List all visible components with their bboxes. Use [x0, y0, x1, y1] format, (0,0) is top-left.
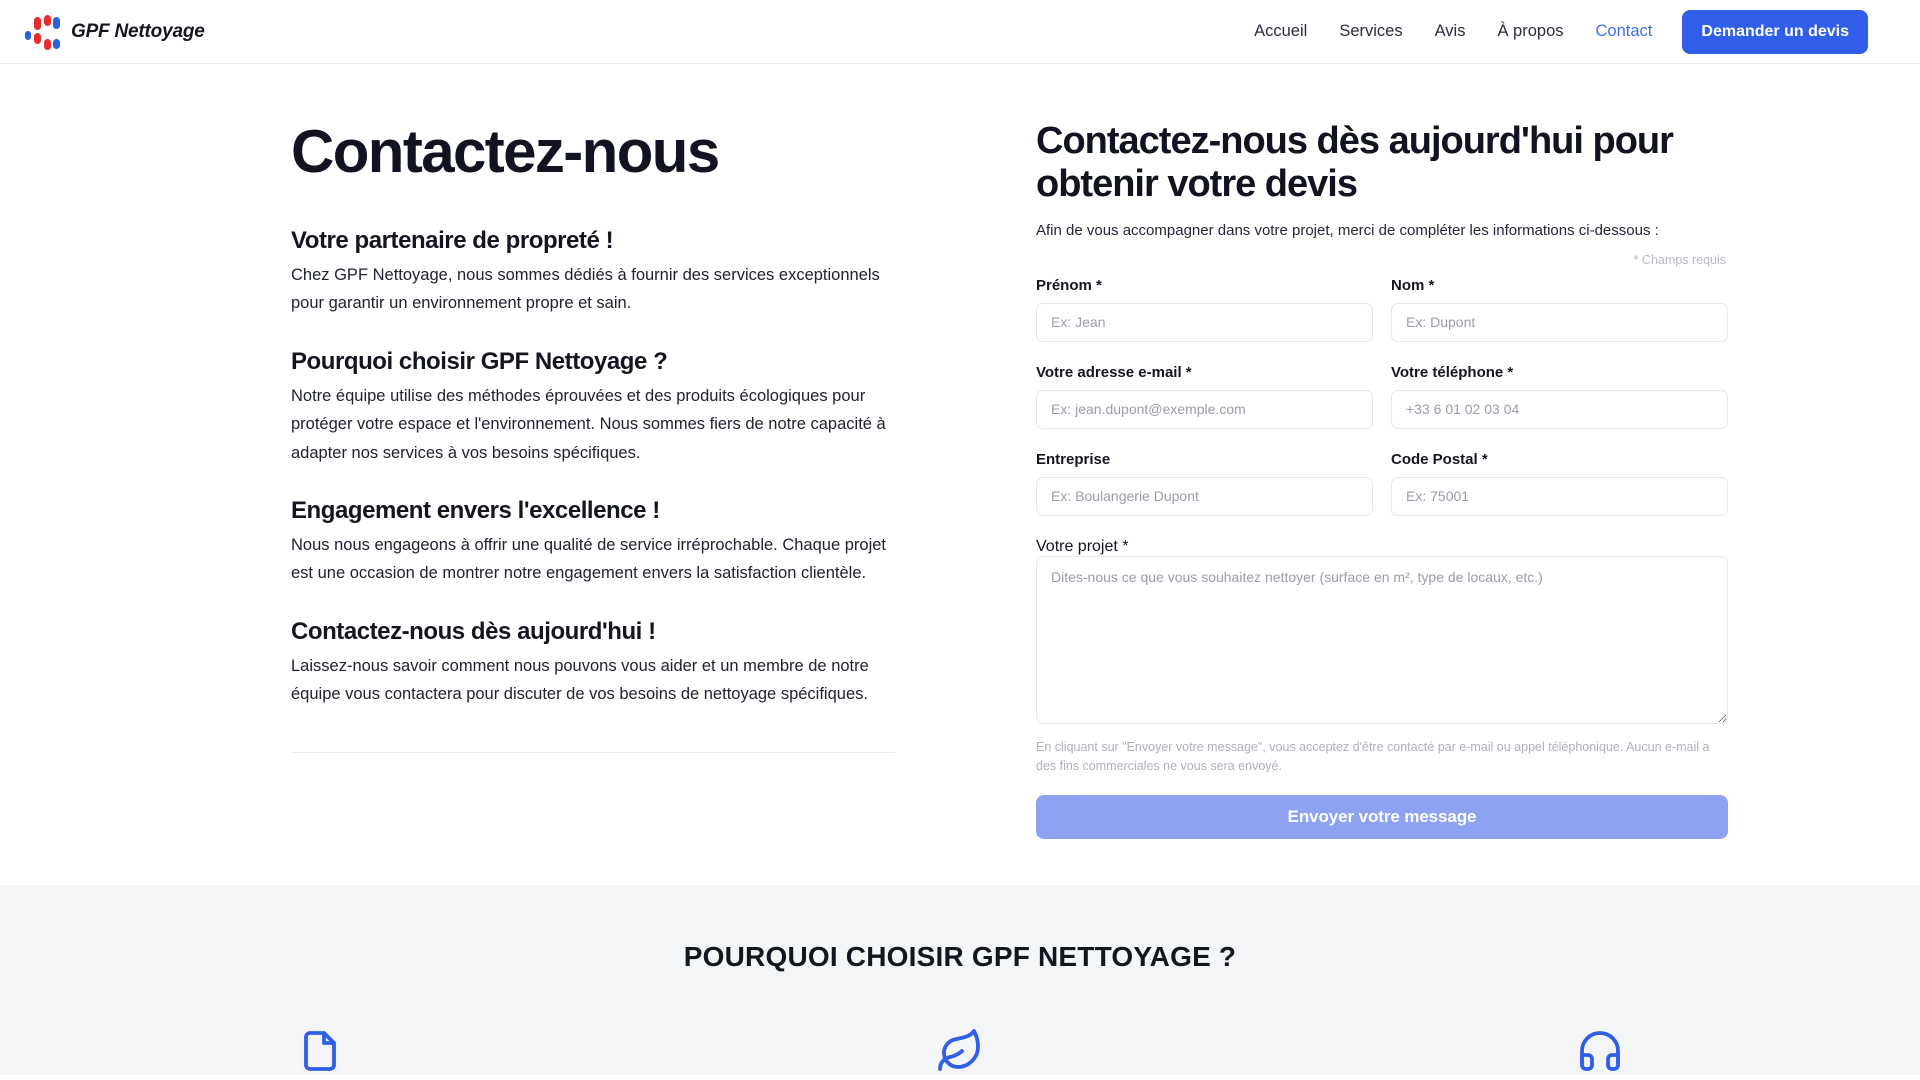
field-entreprise: Entreprise: [1036, 451, 1373, 516]
field-nom: Nom *: [1391, 277, 1728, 342]
label-prenom: Prénom *: [1036, 276, 1102, 294]
intro-block-partenaire: Votre partenaire de propreté ! Chez GPF …: [291, 227, 951, 318]
demander-un-devis-button[interactable]: Demander un devis: [1682, 9, 1868, 54]
form-row-company: Entreprise Code Postal *: [1036, 451, 1728, 516]
field-email: Votre adresse e-mail *: [1036, 364, 1373, 429]
field-telephone: Votre téléphone *: [1391, 364, 1728, 429]
document-icon: [296, 1027, 344, 1075]
intro-block-contactez: Contactez-nous dès aujourd'hui ! Laissez…: [291, 618, 951, 709]
nav-link-a-propos[interactable]: À propos: [1481, 14, 1579, 49]
label-code-postal: Code Postal *: [1391, 450, 1488, 468]
telephone-input[interactable]: [1391, 389, 1728, 429]
nav-link-accueil[interactable]: Accueil: [1238, 14, 1323, 49]
intro-body: Laissez-nous savoir comment nous pouvons…: [291, 656, 869, 703]
projet-textarea[interactable]: [1036, 555, 1728, 724]
brand-name: GPF Nettoyage: [71, 20, 205, 42]
why-col-3: [1280, 1027, 1920, 1075]
label-nom: Nom *: [1391, 276, 1435, 294]
contact-form: Prénom * Nom * Votre adresse e-mail * Vo…: [1036, 277, 1728, 839]
why-choose-icons: [0, 1027, 1920, 1075]
leaf-icon: [936, 1027, 984, 1075]
nav-link-avis[interactable]: Avis: [1419, 14, 1482, 49]
field-projet: Votre projet *: [1036, 538, 1728, 724]
form-subtitle: Afin de vous accompagner dans votre proj…: [1036, 221, 1659, 239]
why-choose-title: POURQUOI CHOISIR GPF NETTOYAGE ?: [683, 940, 1237, 972]
quote-form-column: Contactez-nous dès aujourd'hui pour obte…: [1036, 120, 1728, 839]
intro-block-engagement: Engagement envers l'excellence ! Nous no…: [291, 497, 951, 588]
email-input[interactable]: [1036, 389, 1373, 429]
main-navigation: Accueil Services Avis À propos Contact D…: [1238, 9, 1868, 54]
headset-icon: [1576, 1027, 1624, 1075]
label-entreprise: Entreprise: [1036, 450, 1111, 468]
form-title: Contactez-nous dès aujourd'hui pour obte…: [1036, 120, 1674, 205]
intro-block-pourquoi: Pourquoi choisir GPF Nettoyage ? Notre é…: [291, 348, 951, 467]
section-divider: [291, 752, 895, 754]
envoyer-message-button[interactable]: Envoyer votre message: [1036, 794, 1728, 839]
intro-heading: Pourquoi choisir GPF Nettoyage ?: [291, 347, 668, 375]
entreprise-input[interactable]: [1036, 476, 1373, 516]
required-fields-note: * Champs requis: [1633, 252, 1726, 267]
code-postal-input[interactable]: [1391, 476, 1728, 516]
label-projet: Votre projet *: [1036, 537, 1129, 555]
why-col-2: [640, 1027, 1280, 1075]
intro-body: Notre équipe utilise des méthodes éprouv…: [291, 386, 886, 462]
field-prenom: Prénom *: [1036, 277, 1373, 342]
nav-link-services[interactable]: Services: [1323, 14, 1418, 49]
form-row-contact: Votre adresse e-mail * Votre téléphone *: [1036, 364, 1728, 429]
intro-heading: Engagement envers l'excellence !: [291, 496, 660, 524]
gpf-logo-icon: [24, 12, 62, 52]
intro-heading: Votre partenaire de propreté !: [291, 227, 614, 254]
main-content: Contactez-nous Votre partenaire de propr…: [0, 64, 1920, 839]
page-title: Contactez-nous: [291, 118, 720, 185]
label-telephone: Votre téléphone *: [1391, 363, 1514, 381]
intro-body: Nous nous engageons à offrir une qualité…: [291, 535, 886, 583]
intro-column: Contactez-nous Votre partenaire de propr…: [291, 120, 991, 839]
form-legal-notice: En cliquant sur "Envoyer votre message",…: [1036, 739, 1710, 774]
intro-heading: Contactez-nous dès aujourd'hui !: [291, 617, 656, 645]
intro-body: Chez GPF Nettoyage, nous sommes dédiés à…: [291, 266, 880, 313]
nav-link-contact[interactable]: Contact: [1580, 14, 1669, 49]
site-header: GPF Nettoyage Accueil Services Avis À pr…: [0, 0, 1920, 64]
label-email: Votre adresse e-mail *: [1036, 363, 1192, 381]
field-code-postal: Code Postal *: [1391, 451, 1728, 516]
why-col-1: [0, 1027, 640, 1075]
prenom-input[interactable]: [1036, 302, 1373, 342]
brand-logo[interactable]: GPF Nettoyage: [24, 12, 205, 52]
nom-input[interactable]: [1391, 302, 1728, 342]
why-choose-section: POURQUOI CHOISIR GPF NETTOYAGE ?: [0, 884, 1920, 1075]
form-row-name: Prénom * Nom *: [1036, 277, 1728, 342]
